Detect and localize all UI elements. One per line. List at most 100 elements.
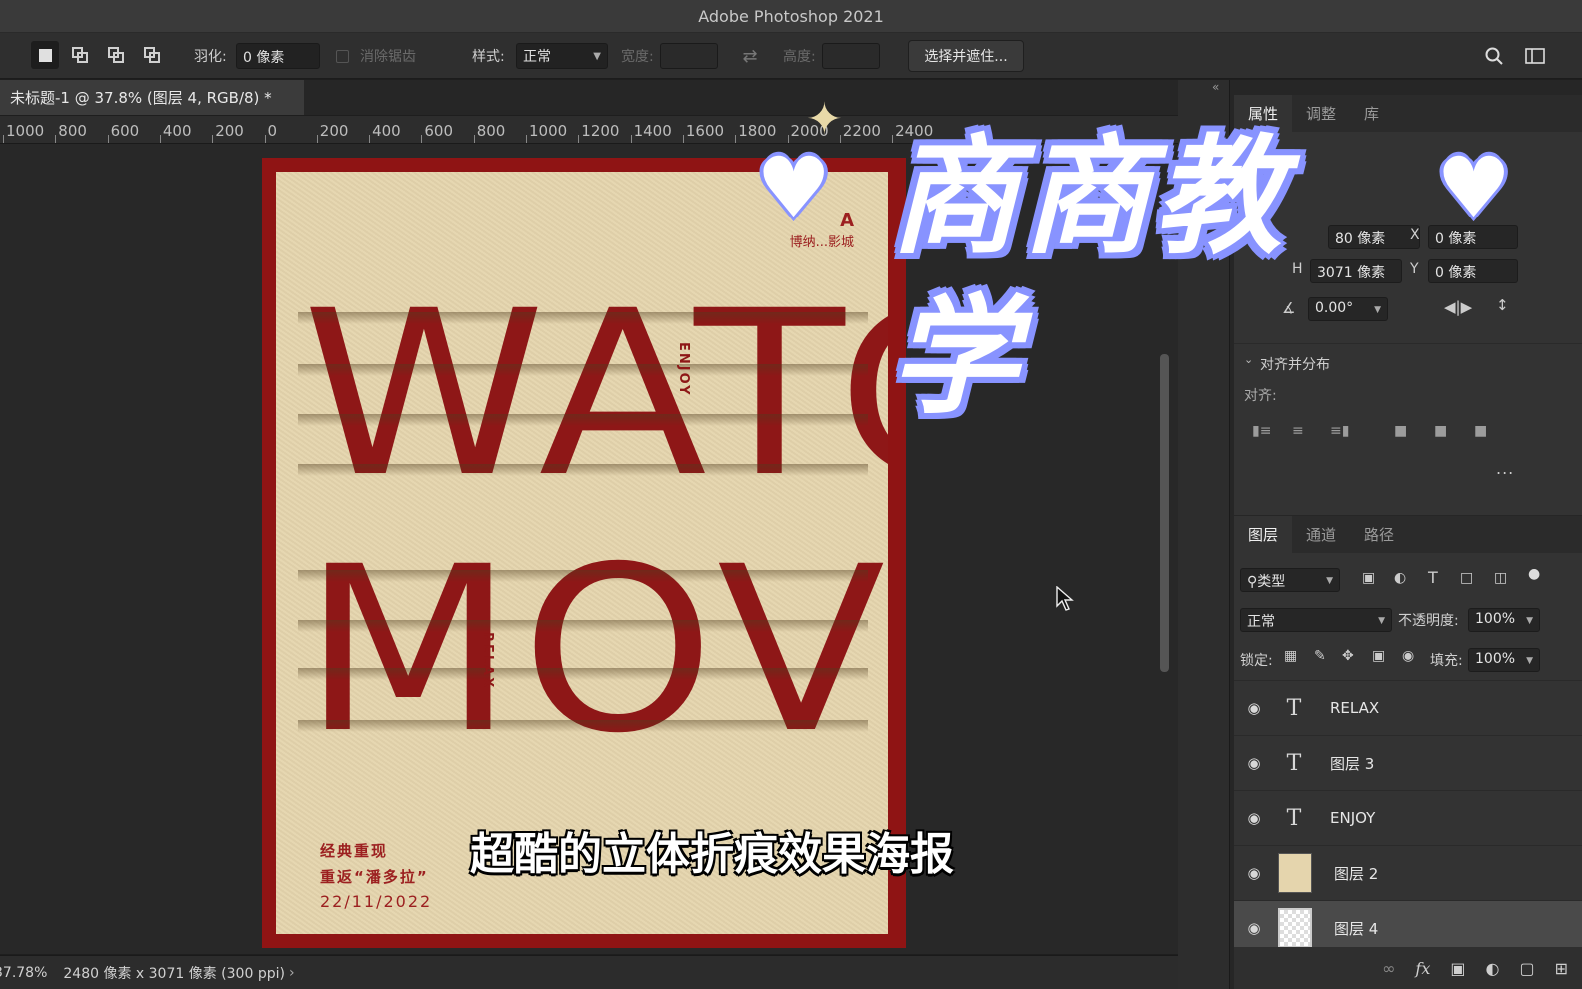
ruler-tick: [159, 135, 161, 143]
chevron-down-icon: ▼: [1374, 305, 1381, 315]
antialias-checkbox[interactable]: [336, 50, 349, 63]
y-label: Y: [1410, 261, 1419, 277]
layer-row-enjoy[interactable]: ◉ T ENJOY: [1234, 791, 1582, 846]
fill-field[interactable]: 100% ▼: [1468, 648, 1540, 672]
filter-smart-object-icon[interactable]: ◫: [1494, 570, 1507, 586]
collapse-icon[interactable]: «: [1212, 80, 1219, 94]
document-tab-row: 未标题-1 @ 37.8% (图层 4, RGB/8) *: [0, 80, 1178, 115]
ruler-tick: [526, 135, 527, 143]
link-layers-icon[interactable]: ∞: [1382, 959, 1395, 978]
layer-name: 图层 3: [1330, 754, 1375, 773]
visibility-eye-icon[interactable]: ◉: [1234, 919, 1274, 937]
intersect-selection-button[interactable]: [138, 41, 166, 69]
chevron-down-icon: ▼: [1326, 576, 1333, 586]
window-title-bar: Adobe Photoshop 2021: [0, 0, 1582, 33]
align-center-h-icon[interactable]: ≡: [1292, 423, 1310, 441]
ruler-tick: [55, 135, 57, 143]
lock-paint-icon[interactable]: ✎: [1314, 648, 1326, 664]
new-layer-icon[interactable]: ⊞: [1555, 959, 1568, 978]
layer-row-relax[interactable]: ◉ T RELAX: [1234, 681, 1582, 736]
layer-filter-select[interactable]: ⚲类型 ▼: [1240, 568, 1340, 592]
visibility-eye-icon[interactable]: ◉: [1234, 754, 1274, 772]
y-field[interactable]: 0 像素: [1428, 259, 1518, 283]
add-selection-button[interactable]: [66, 41, 94, 69]
layer-row-layer2[interactable]: ◉ 图层 2: [1234, 846, 1582, 901]
workspace-icon[interactable]: [1521, 42, 1549, 70]
poster-vertical-relax: RELAX: [480, 632, 495, 690]
layers-footer: ∞ fx ▣ ◐ ▢ ⊞: [1234, 947, 1582, 989]
opacity-label: 不透明度:: [1398, 613, 1459, 629]
add-mask-icon[interactable]: ▣: [1450, 959, 1465, 978]
chevron-down-icon: ▼: [1526, 616, 1533, 626]
search-icon[interactable]: [1480, 42, 1508, 70]
filter-toggle-icon[interactable]: ●: [1528, 566, 1540, 582]
ruler-tick-label: 1600: [685, 122, 725, 140]
filter-shape-icon[interactable]: □: [1460, 570, 1473, 586]
lock-transparent-icon[interactable]: ▦: [1284, 648, 1297, 664]
ruler-tick-label: 800: [58, 122, 87, 140]
width-label: 宽度:: [621, 49, 654, 65]
ruler-tick: [473, 135, 475, 143]
ruler-tick: [630, 135, 632, 143]
subtract-selection-button[interactable]: [102, 41, 130, 69]
flip-horizontal-icon[interactable]: ◀|▶: [1444, 298, 1472, 316]
opacity-field[interactable]: 100% ▼: [1468, 608, 1540, 632]
ruler-tick: [369, 135, 371, 143]
width-input[interactable]: [660, 43, 718, 69]
height-input[interactable]: [822, 43, 880, 69]
ruler-tick: [316, 135, 318, 143]
align-top-icon[interactable]: ■: [1394, 423, 1412, 441]
ruler-tick-label: 1000: [529, 122, 568, 140]
lock-all-icon[interactable]: ◉: [1402, 648, 1414, 664]
fill-label: 填充:: [1430, 653, 1463, 669]
video-subtitle: 超酷的立体折痕效果海报: [470, 829, 954, 880]
style-select[interactable]: 正常 ▼: [516, 43, 608, 69]
chevron-down-icon: ▼: [1526, 656, 1533, 666]
align-bottom-icon[interactable]: ■: [1474, 423, 1492, 441]
visibility-eye-icon[interactable]: ◉: [1234, 864, 1274, 882]
angle-field[interactable]: 0.00° ▼: [1308, 297, 1388, 321]
flip-vertical-icon[interactable]: ↕: [1496, 296, 1509, 314]
filter-pixel-icon[interactable]: ▣: [1362, 570, 1375, 586]
ruler-tick-label: 1200: [581, 122, 620, 140]
ruler-tick: [264, 135, 266, 143]
antialias-label: 消除锯齿: [360, 49, 416, 65]
tab-paths[interactable]: 路径: [1350, 516, 1408, 553]
align-middle-v-icon[interactable]: ■: [1434, 423, 1452, 441]
layer-thumbnail: [1278, 908, 1312, 948]
document-info[interactable]: 2480 像素 x 3071 像素 (300 ppi): [63, 963, 285, 983]
ruler-tick-label: 200: [215, 122, 244, 140]
blend-mode-select[interactable]: 正常 ▼: [1240, 608, 1392, 632]
tab-layers[interactable]: 图层: [1234, 516, 1293, 553]
document-tab[interactable]: 未标题-1 @ 37.8% (图层 4, RGB/8) *: [0, 80, 304, 115]
lock-position-icon[interactable]: ✥: [1342, 648, 1354, 664]
new-group-icon[interactable]: ▢: [1519, 959, 1534, 978]
x-label: X: [1410, 227, 1420, 243]
chevron-down-icon: ▼: [1378, 616, 1385, 626]
align-left-icon[interactable]: ▮≡: [1252, 423, 1271, 441]
layer-name: ENJOY: [1330, 809, 1376, 827]
lock-artboard-icon[interactable]: ▣: [1372, 648, 1385, 664]
vertical-scrollbar[interactable]: [1160, 354, 1169, 672]
align-label: 对齐:: [1244, 388, 1277, 404]
adjustment-layer-icon[interactable]: ◐: [1486, 959, 1500, 978]
zoom-level[interactable]: 37.78%: [0, 965, 47, 981]
chevron-down-icon[interactable]: ⌄: [1244, 353, 1253, 366]
ruler-tick-label: 400: [162, 122, 192, 140]
fx-icon[interactable]: fx: [1415, 959, 1430, 978]
chevron-right-icon[interactable]: ›: [289, 965, 295, 981]
more-options-icon[interactable]: ...: [1496, 459, 1514, 478]
swap-icon[interactable]: ⇄: [736, 42, 764, 70]
align-distribute-title: 对齐并分布: [1260, 357, 1330, 373]
visibility-eye-icon[interactable]: ◉: [1234, 699, 1274, 717]
filter-adjustment-icon[interactable]: ◐: [1394, 570, 1406, 586]
ruler-tick: [421, 135, 423, 143]
filter-text-icon[interactable]: T: [1428, 568, 1438, 587]
layer-row-layer3[interactable]: ◉ T 图层 3: [1234, 736, 1582, 791]
select-and-mask-button[interactable]: 选择并遮住...: [908, 40, 1024, 72]
visibility-eye-icon[interactable]: ◉: [1234, 809, 1274, 827]
align-right-icon[interactable]: ≡▮: [1330, 423, 1349, 441]
tab-channels[interactable]: 通道: [1292, 516, 1350, 553]
feather-input[interactable]: 0 像素: [236, 43, 320, 69]
new-selection-button[interactable]: [31, 41, 59, 69]
